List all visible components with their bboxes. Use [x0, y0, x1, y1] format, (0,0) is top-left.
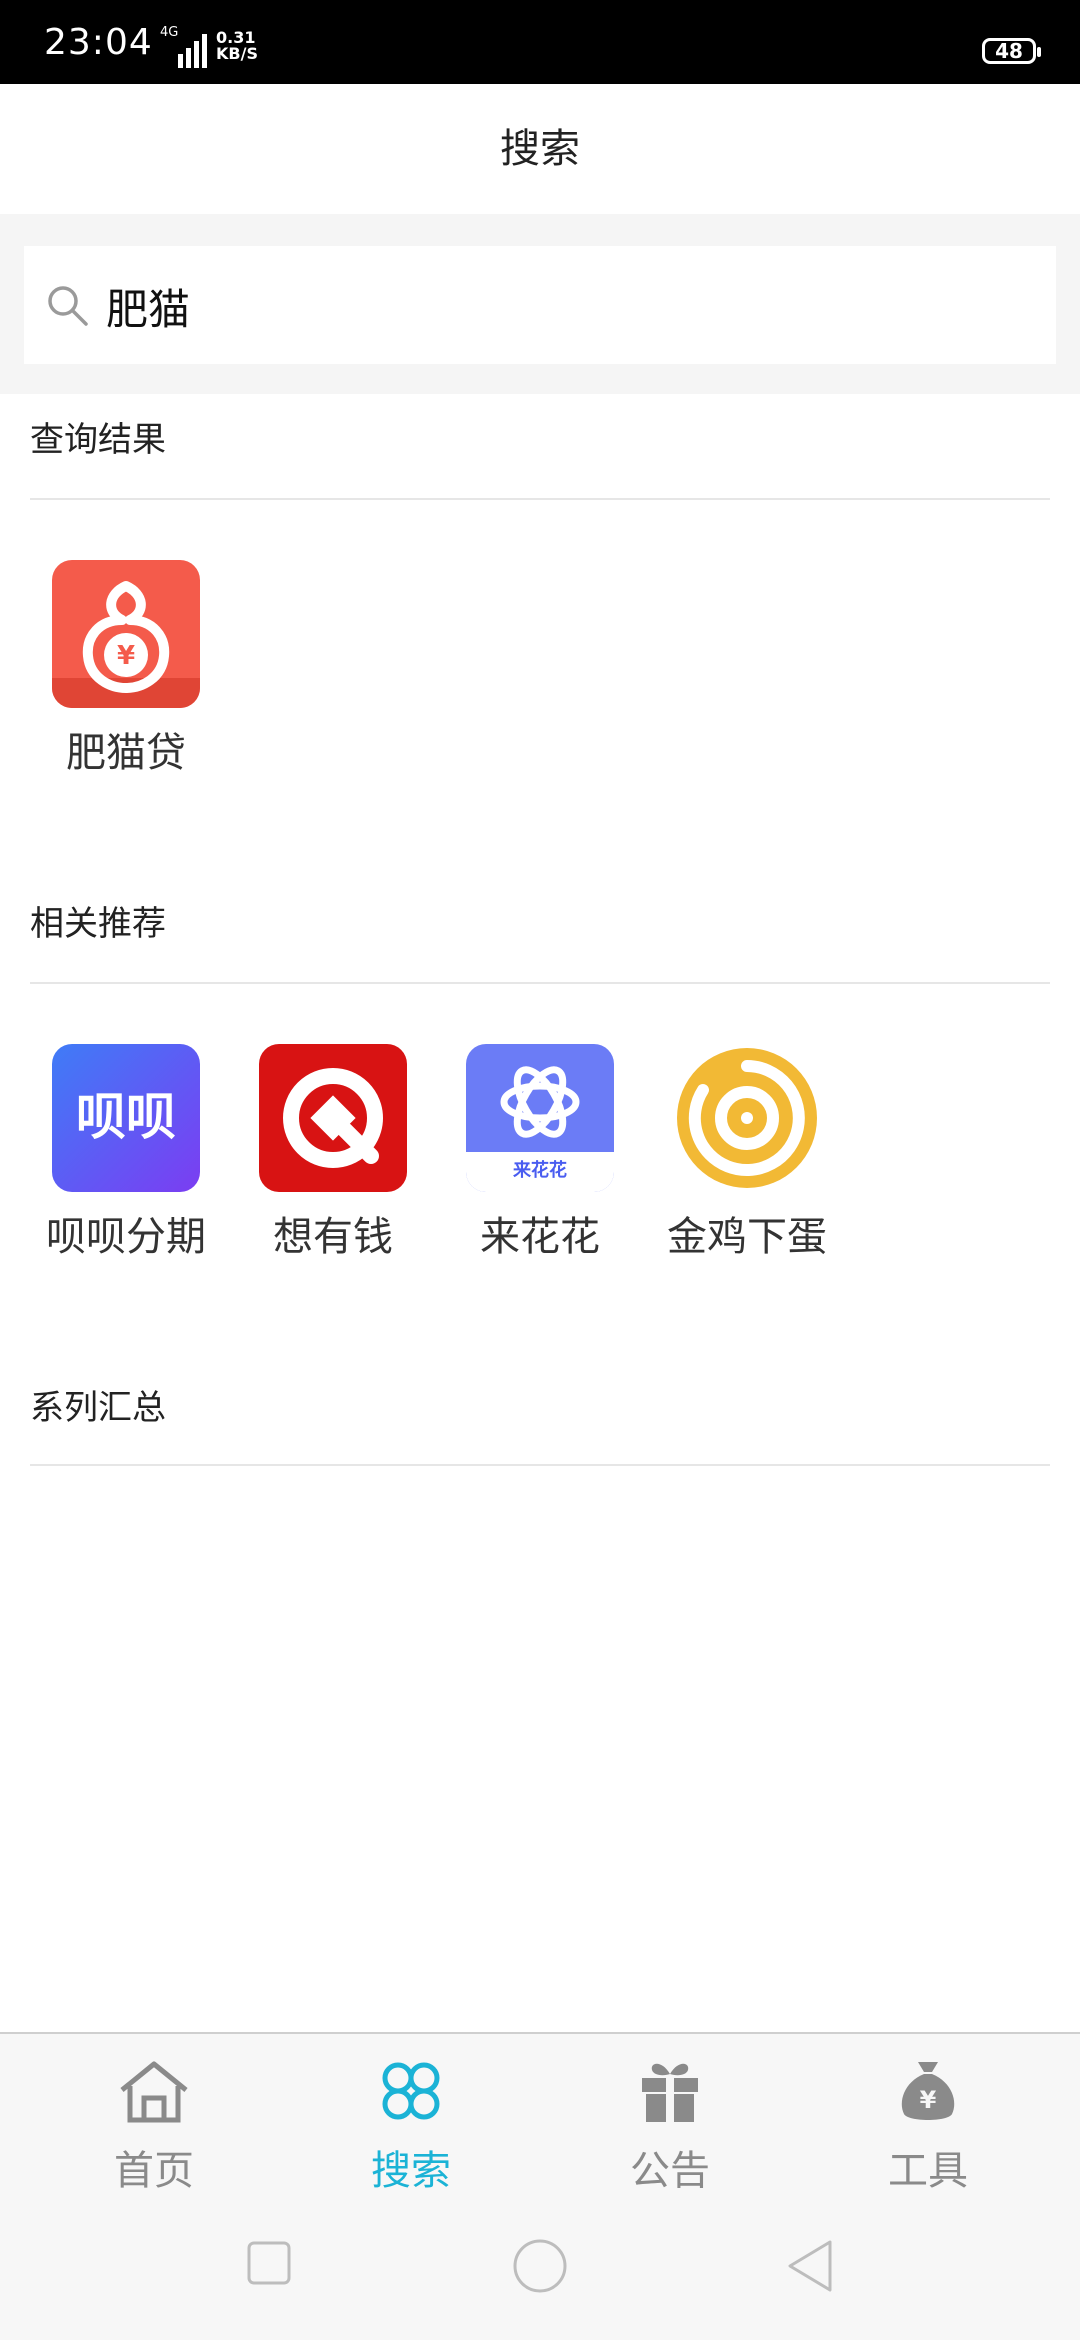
app-label: 呗呗分期 [46, 1214, 206, 1260]
results-section-title: 查询结果 [30, 420, 166, 460]
app-tile-beibei[interactable]: 呗呗 呗呗分期 [26, 1044, 226, 1262]
money-bag-icon: ¥ [901, 2062, 955, 2120]
series-section-title: 系列汇总 [30, 1388, 166, 1428]
status-time: 23:04 [44, 22, 153, 63]
svg-text:¥: ¥ [920, 2086, 937, 2114]
beibei-app-icon: 呗呗 [52, 1044, 200, 1192]
app-label: 肥猫贷 [66, 730, 186, 776]
status-bar: 23:04 4G 0.31 KB/S 48 [0, 0, 1080, 84]
app-tile-jinjixiadan[interactable]: 金鸡下蛋 [647, 1044, 847, 1262]
recommend-section-title: 相关推荐 [30, 904, 166, 944]
nav-item-search[interactable]: 搜索 [281, 2034, 541, 2198]
network-speed: 0.31 KB/S [216, 30, 258, 62]
back-button[interactable] [784, 2238, 836, 2294]
home-button[interactable] [512, 2238, 568, 2294]
nav-item-notice[interactable]: 公告 [540, 2034, 800, 2198]
app-tile-xiangyouqian[interactable]: 想有钱 [233, 1044, 433, 1262]
fat-cat-loan-app-icon: ¥ [52, 560, 200, 708]
page-title: 搜索 [500, 126, 580, 172]
clover-search-icon [382, 2062, 440, 2120]
nav-label-tools: 工具 [888, 2148, 968, 2194]
search-box[interactable] [24, 246, 1056, 364]
header: 搜索 [0, 84, 1080, 214]
app-tile-feimaodai[interactable]: ¥ 肥猫贷 [26, 560, 226, 778]
search-icon [48, 286, 88, 326]
system-nav-bar [0, 2196, 1080, 2340]
app-label: 金鸡下蛋 [667, 1214, 827, 1260]
battery-icon: 48 [982, 38, 1041, 64]
network-type: 4G [160, 25, 179, 40]
svg-text:呗呗: 呗呗 [76, 1088, 176, 1146]
series-divider [30, 1464, 1050, 1466]
app-label: 来花花 [480, 1214, 600, 1260]
gift-icon [642, 2063, 698, 2122]
recent-apps-button[interactable] [246, 2240, 292, 2286]
jinjixiadan-app-icon [673, 1044, 821, 1192]
nav-label-notice: 公告 [630, 2148, 710, 2194]
nav-label-home: 首页 [114, 2148, 194, 2194]
laihuahua-app-icon: 来花花 [466, 1044, 614, 1192]
speed-unit: KB/S [216, 44, 258, 63]
signal-icon [178, 34, 207, 68]
nav-item-home[interactable]: 首页 [24, 2034, 284, 2198]
home-icon [120, 2061, 188, 2123]
nav-item-tools[interactable]: ¥ 工具 [798, 2034, 1058, 2198]
xiangyouqian-app-icon [259, 1044, 407, 1192]
laihuahua-icon-text: 来花花 [513, 1160, 567, 1181]
results-divider [30, 498, 1050, 500]
app-label: 想有钱 [273, 1214, 393, 1260]
battery-level: 48 [995, 39, 1023, 63]
recommend-divider [30, 982, 1050, 984]
search-area [0, 214, 1080, 394]
svg-text:¥: ¥ [117, 641, 135, 671]
app-tile-laihuahua[interactable]: 来花花 来花花 [440, 1044, 640, 1262]
bottom-nav: 首页 搜索 公告 ¥ 工具 [0, 2032, 1080, 2198]
nav-label-search: 搜索 [371, 2148, 451, 2194]
search-input[interactable] [104, 262, 1008, 350]
